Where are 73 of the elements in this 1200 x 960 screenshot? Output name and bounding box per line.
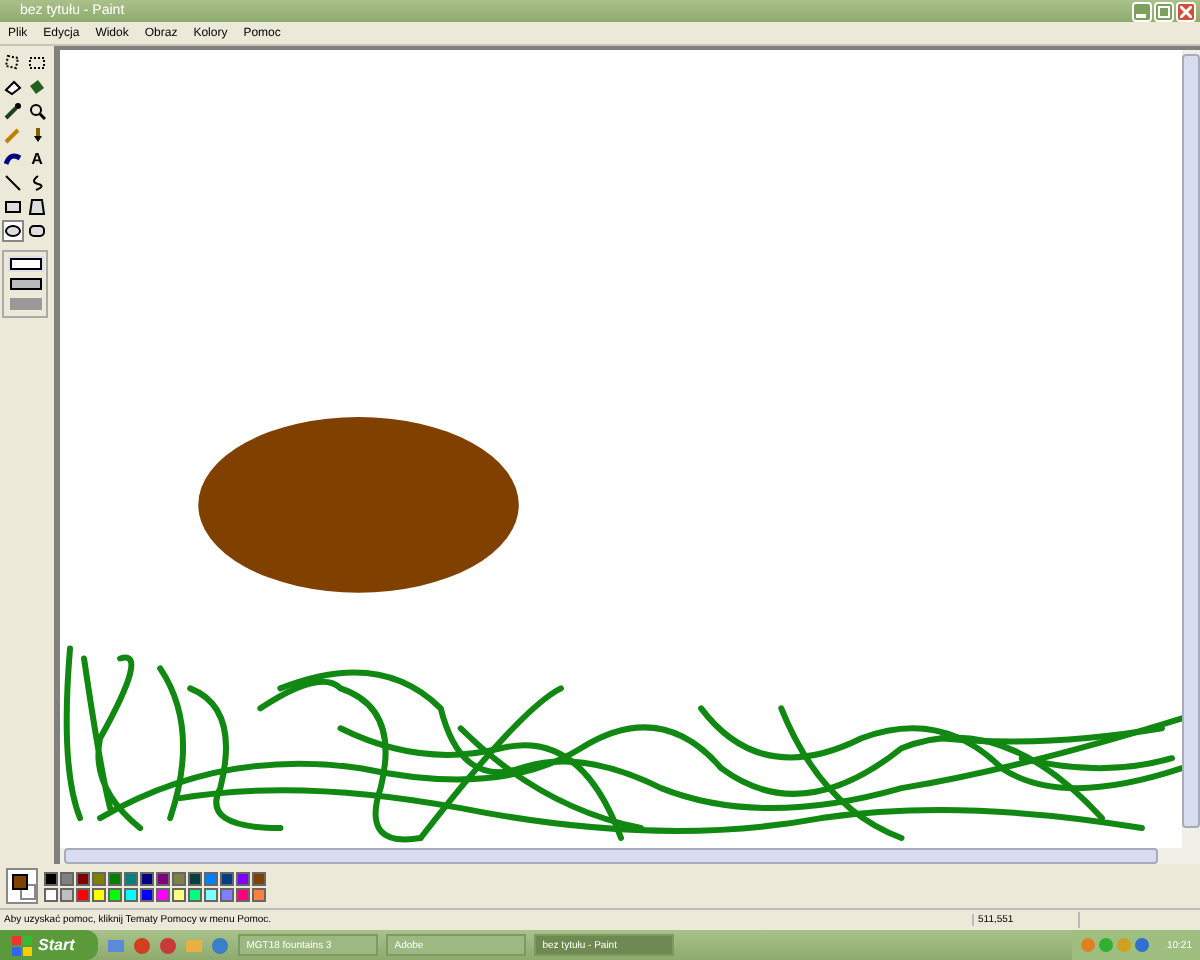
paint-bucket-icon (28, 78, 46, 96)
free-select-icon (4, 54, 22, 72)
windows-flag-icon (12, 935, 32, 955)
fill-style-option[interactable] (7, 276, 43, 292)
color-swatch[interactable] (156, 887, 170, 901)
color-swatch[interactable] (140, 871, 154, 885)
tool-button[interactable]: A (26, 148, 48, 170)
line-icon (4, 174, 22, 192)
tool-button[interactable] (26, 100, 48, 122)
tool-button[interactable] (2, 148, 24, 170)
eraser-icon (4, 78, 22, 96)
circle-icon[interactable] (158, 935, 179, 955)
outline-fill-style-icon (9, 278, 41, 290)
pencil-icon (4, 126, 22, 144)
color-swatch[interactable] (124, 887, 138, 901)
spray-can-icon (4, 150, 22, 168)
color-swatch[interactable] (92, 871, 106, 885)
color-swatch[interactable] (172, 871, 186, 885)
tool-button[interactable] (2, 76, 24, 98)
tool-button[interactable] (26, 196, 48, 218)
color-swatch[interactable] (140, 887, 154, 901)
text-tool-glyph: A (31, 151, 43, 167)
tool-button[interactable] (2, 196, 24, 218)
color-swatch[interactable] (124, 871, 138, 885)
color-swatch[interactable] (252, 887, 266, 901)
color-swatch[interactable] (108, 871, 122, 885)
eyedropper-icon (4, 102, 22, 120)
polygon-icon (28, 198, 46, 216)
horizontal-scrollbar[interactable] (60, 848, 1200, 864)
close-icon (1180, 5, 1192, 17)
close-button[interactable] (1176, 1, 1196, 21)
outline-style-icon (9, 258, 41, 270)
color-swatch[interactable] (92, 887, 106, 901)
vertical-scrollbar[interactable] (1182, 50, 1200, 848)
color-swatch[interactable] (60, 871, 74, 885)
magnifier-icon (28, 102, 46, 120)
tool-button[interactable] (2, 52, 24, 74)
color-swatch[interactable] (76, 887, 90, 901)
color-swatch[interactable] (236, 887, 250, 901)
color-swatch[interactable] (236, 871, 250, 885)
color-swatch[interactable] (188, 887, 202, 901)
color-swatch[interactable] (204, 887, 218, 901)
fill-style-option[interactable] (7, 256, 43, 272)
tool-button[interactable] (26, 220, 48, 242)
tool-button[interactable] (26, 76, 48, 98)
color-swatch[interactable] (108, 887, 122, 901)
tool-button[interactable] (2, 172, 24, 194)
color-swatch[interactable] (172, 887, 186, 901)
maximize-icon (1158, 5, 1170, 17)
color-swatch[interactable] (44, 887, 58, 901)
maximize-button[interactable] (1154, 1, 1174, 21)
color-swatch[interactable] (204, 871, 218, 885)
canvas-drawing[interactable] (60, 50, 1182, 848)
tool-button[interactable] (2, 220, 24, 242)
color-swatch[interactable] (220, 887, 234, 901)
color-swatch[interactable] (44, 871, 58, 885)
brush-icon (28, 126, 46, 144)
color-swatch[interactable] (252, 871, 266, 885)
tool-button[interactable] (2, 100, 24, 122)
select-icon (28, 54, 46, 72)
rectangle-icon (4, 198, 22, 216)
fill-style-icon (9, 298, 41, 310)
minimize-button[interactable] (1132, 1, 1152, 21)
curve-icon (28, 174, 46, 192)
color-swatch[interactable] (188, 871, 202, 885)
tool-button[interactable] (26, 52, 48, 74)
foreground-color-swatch[interactable] (12, 874, 28, 890)
color-swatch[interactable] (60, 887, 74, 901)
ellipse-icon (4, 222, 22, 240)
rounded-rectangle-icon (28, 222, 46, 240)
color-swatch[interactable] (76, 871, 90, 885)
color-swatch[interactable] (156, 871, 170, 885)
color-swatch[interactable] (220, 871, 234, 885)
